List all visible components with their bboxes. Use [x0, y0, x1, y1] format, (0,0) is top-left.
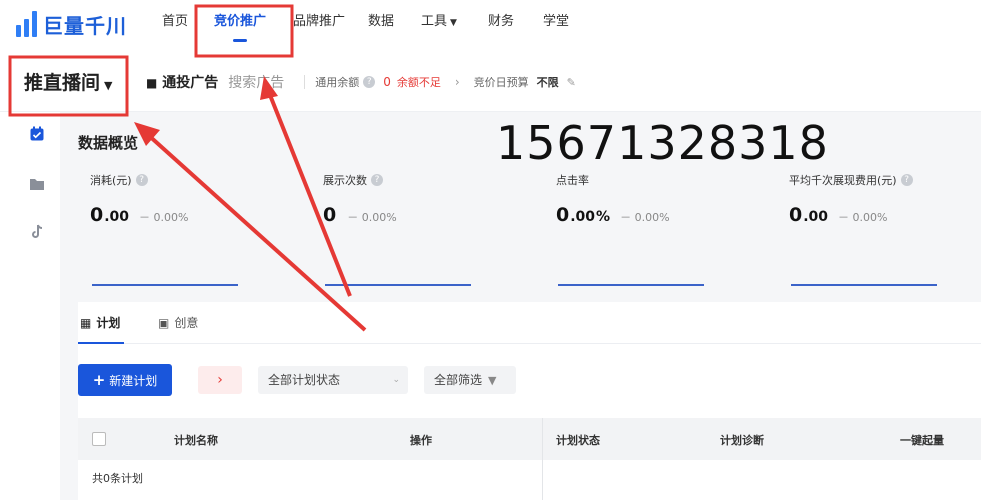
tiktok-icon[interactable] [28, 224, 46, 242]
phone-number-overlay: 15671328318 [496, 116, 829, 170]
chevron-down-icon: ⌄ [392, 375, 400, 385]
col-plan-diagnosis[interactable]: 计划诊断 [720, 432, 764, 448]
sub-header: 推直播间 ▼ ■ 通投广告 搜索广告 通用余额 ? 0 余额不足 › 竞价日预算 … [0, 52, 981, 112]
nav-item-bidding[interactable]: 竞价推广 [200, 0, 280, 48]
metric-impressions: 展示次数? 0 － 0.00% [323, 172, 523, 294]
new-plan-button[interactable]: + 新建计划 [78, 364, 172, 396]
help-icon[interactable]: ? [135, 174, 148, 186]
top-navbar: 巨量千川 首页 竞价推广 品牌推广 数据 工具 ▼ 财务 学堂 [0, 0, 981, 48]
table-header: 计划名称 操作 计划状态 计划诊断 一键起量 [78, 418, 981, 460]
balance-stat: 通用余额 ? 0 余额不足 [315, 75, 441, 89]
creative-icon: ▣ [158, 315, 170, 330]
plan-status-select[interactable]: 全部计划状态 ⌄ [258, 366, 408, 394]
tab-active-indicator [78, 342, 124, 344]
nav-item-academy[interactable]: 学堂 [528, 0, 584, 48]
all-filters-button[interactable]: 全部筛选 ▼ [424, 366, 516, 394]
help-icon[interactable]: ? [900, 174, 913, 186]
sidebar [0, 112, 60, 500]
col-actions: 操作 [410, 434, 432, 447]
metric-sparkline [92, 284, 238, 286]
logo-mark-icon [16, 11, 37, 37]
expand-arrow-button[interactable]: › [198, 366, 242, 394]
logo-text: 巨量千川 [43, 13, 127, 38]
col-plan-name[interactable]: 计划名称 [174, 432, 218, 448]
plus-icon: + [92, 371, 106, 389]
tab-creative[interactable]: ▣ 创意 [158, 314, 198, 331]
divider [304, 75, 306, 89]
select-all-checkbox[interactable] [92, 432, 106, 446]
plan-panel: ▦ 计划 ▣ 创意 + 新建计划 › 全部计划状态 ⌄ 全部筛选 ▼ 计划名称 操作 计划… [78, 302, 981, 500]
filter-icon: ▼ [488, 374, 497, 387]
metric-sparkline [558, 284, 704, 286]
metric-cpm: 平均千次展现费用(元)? 0.00 － 0.00% [789, 172, 981, 294]
tab-plan[interactable]: ▦ 计划 [80, 314, 120, 331]
main-nav: 首页 竞价推广 品牌推广 数据 工具 ▼ 财务 学堂 [150, 0, 584, 48]
help-icon[interactable]: ? [363, 76, 376, 88]
table-footer-count: 共0条计划 [92, 472, 143, 485]
balance-warning: 余额不足 [396, 76, 441, 89]
product-dropdown[interactable]: 推直播间 ▼ [24, 68, 112, 95]
metric-sparkline [325, 284, 471, 286]
caret-down-icon: ▼ [104, 79, 113, 92]
metrics-row: 消耗(元)? 0.00 － 0.00% 展示次数? 0 － 0.00% 点击率 … [78, 172, 968, 294]
folder-icon[interactable] [28, 176, 46, 194]
nav-item-home[interactable]: 首页 [150, 0, 200, 48]
help-icon[interactable]: ? [371, 174, 383, 186]
caret-down-icon: ▼ [450, 18, 457, 28]
col-plan-status[interactable]: 计划状态 [556, 432, 600, 448]
nav-active-indicator [233, 39, 247, 42]
table-column-divider [542, 418, 543, 500]
briefcase-icon: ■ [146, 76, 158, 90]
budget-value: 不限 [536, 76, 559, 89]
plan-tabs: ▦ 计划 ▣ 创意 [78, 302, 981, 344]
nav-item-tools[interactable]: 工具 ▼ [404, 0, 474, 48]
tab-search-ads[interactable]: 搜索广告 [228, 72, 284, 92]
col-one-click-boost[interactable]: 一键起量 [900, 432, 944, 448]
budget-stat: 竞价日预算 不限 ✎ [473, 75, 576, 90]
metric-ctr: 点击率 0.00 % － 0.00% [556, 172, 756, 294]
nav-item-brand[interactable]: 品牌推广 [280, 0, 358, 48]
nav-item-finance[interactable]: 财务 [474, 0, 528, 48]
tab-general-ads[interactable]: ■ 通投广告 [146, 72, 218, 92]
ad-type-tabs: ■ 通投广告 搜索广告 通用余额 ? 0 余额不足 › 竞价日预算 不限 ✎ [146, 72, 576, 92]
metric-cost: 消耗(元)? 0.00 － 0.00% [90, 172, 290, 294]
logo[interactable]: 巨量千川 [16, 6, 127, 42]
nav-item-data[interactable]: 数据 [358, 0, 404, 48]
main-content: 数据概览 15671328318 消耗(元)? 0.00 － 0.00% 展示次… [60, 112, 981, 500]
metric-sparkline [791, 284, 937, 286]
calendar-icon: ▦ [80, 315, 92, 330]
section-title: 数据概览 [78, 134, 139, 152]
calendar-check-icon[interactable] [28, 126, 46, 144]
chevron-right-icon[interactable]: › [455, 75, 460, 89]
pencil-icon[interactable]: ✎ [567, 76, 576, 89]
balance-value: 0 [383, 75, 391, 89]
